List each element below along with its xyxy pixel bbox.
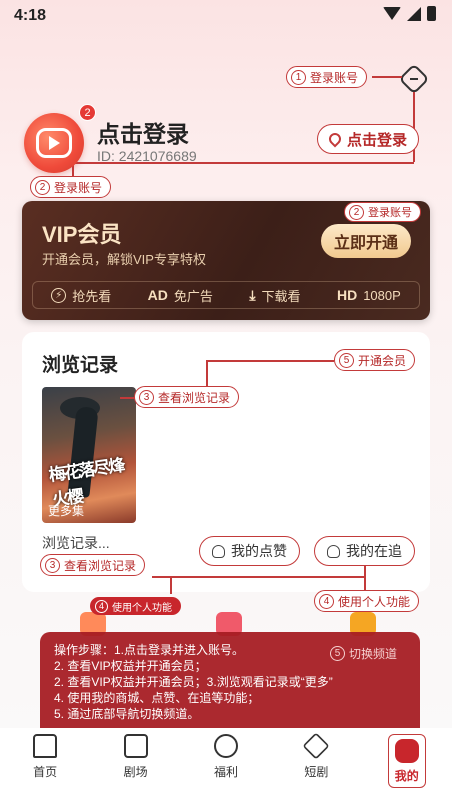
annotation-login-2a: 2 登录账号 (30, 176, 112, 198)
annotation-line (372, 76, 402, 78)
settings-icon (398, 63, 430, 95)
feature-early-access: ⚡ 抢先看 (51, 286, 111, 305)
login-title[interactable]: 点击登录 (97, 115, 189, 149)
annotation-history-3a: 3 查看浏览记录 (134, 386, 240, 408)
battery-icon (427, 6, 436, 21)
annotation-line (152, 576, 364, 578)
signal-icon (407, 6, 421, 21)
profile-icon (394, 739, 419, 763)
annotation-line (170, 576, 172, 594)
annotation-personal-4b: 4 使用个人功能 (314, 590, 420, 612)
hd-icon: HD (336, 287, 358, 303)
tutorial-step: 5. 通过底部导航切换频道。 (54, 707, 200, 721)
vip-title: VIP会员 (42, 222, 122, 247)
annotation-login-1: 1 登录账号 (286, 66, 368, 88)
annotation-history-3b: 3 查看浏览记录 (40, 554, 146, 576)
annotation-line (206, 360, 208, 386)
my-likes-button[interactable]: 我的点赞 (199, 536, 300, 566)
switch-channel-hint: 5 切换频道 (330, 642, 397, 664)
person-icon (327, 544, 340, 558)
nav-item-theater[interactable]: 剧场 (101, 734, 171, 780)
feature-hd: HD 1080P (336, 287, 401, 303)
nav-item-welfare[interactable]: 福利 (191, 734, 261, 780)
login-button[interactable]: 点击登录 (317, 124, 419, 154)
home-icon (33, 734, 58, 758)
person-icon (212, 544, 225, 558)
tutorial-step: 4. 使用我的商城、点赞、在追等功能； (54, 691, 260, 705)
annotation-line (364, 566, 366, 590)
feature-download: ⤓ 下载看 (249, 286, 301, 304)
user-id: ID: 2421076689 (97, 148, 197, 164)
history-poster[interactable]: 梅花落尽烽火樱 更多集 (42, 387, 136, 523)
nav-item-home[interactable]: 首页 (10, 734, 80, 780)
avatar[interactable] (24, 113, 84, 173)
wifi-icon (383, 7, 401, 20)
status-time: 4:18 (14, 7, 47, 24)
open-vip-button[interactable]: 立即开通 (321, 224, 411, 258)
download-icon: ⤓ (249, 286, 256, 303)
vip-features: ⚡ 抢先看 AD 免广告 ⤓ 下载看 HD 1080P (32, 281, 420, 309)
history-title: 浏览记录 (42, 355, 119, 376)
location-pin-icon (326, 130, 344, 148)
play-icon (36, 128, 72, 158)
annotation-login-2b: 2 登录账号 (344, 202, 421, 222)
ad-icon: AD (147, 287, 168, 303)
more-episodes-label: 更多集 (48, 504, 85, 518)
status-bar: 4:18 (0, 0, 452, 34)
lightning-icon: ⚡ (51, 287, 67, 303)
annotation-personal-4a: 4 使用个人功能 (90, 597, 181, 615)
short-drama-icon (302, 732, 330, 760)
theater-icon (123, 734, 148, 758)
history-item-label[interactable]: 浏览记录... (42, 533, 110, 553)
vip-subtitle: 开通会员，解锁VIP专享特权 (42, 252, 206, 267)
tutorial-step: 2. 查看VIP权益并开通会员；3.浏览观看记录或“更多” (54, 675, 333, 689)
nav-item-profile[interactable]: 我的 (372, 734, 442, 788)
welfare-icon (213, 734, 238, 758)
settings-button[interactable] (398, 63, 430, 95)
nav-item-short-drama[interactable]: 短剧 (281, 732, 351, 780)
feature-no-ads: AD 免广告 (147, 287, 213, 304)
notification-badge: 2 (79, 104, 96, 121)
annotation-vip-5: 5 开通会员 (334, 349, 416, 371)
my-following-button[interactable]: 我的在追 (314, 536, 415, 566)
bottom-nav: 首页 剧场 福利 短剧 我的 (0, 728, 452, 794)
annotation-line (206, 360, 334, 362)
